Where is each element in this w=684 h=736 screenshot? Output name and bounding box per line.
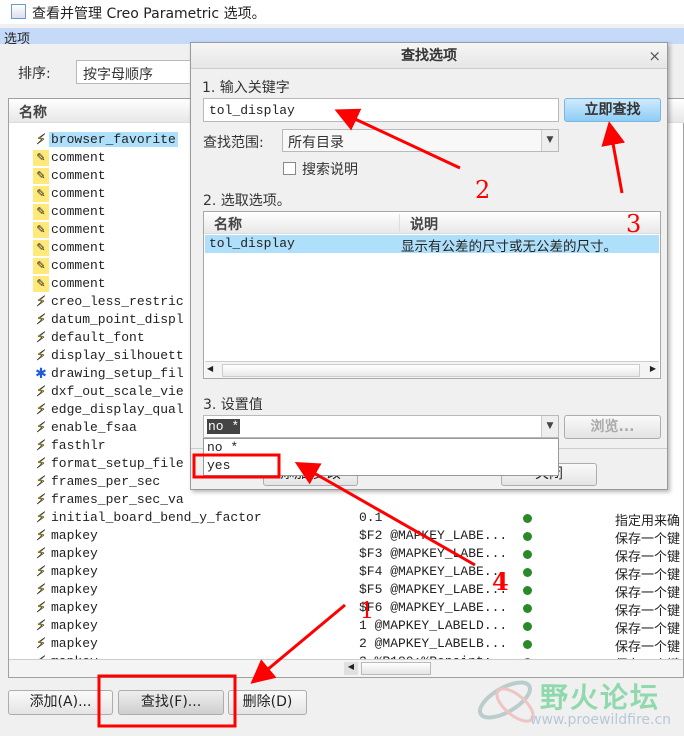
annotation-box-yes (192, 453, 281, 479)
annotation-number-4: 4 (492, 567, 509, 596)
annotation-number-2: 2 (475, 176, 490, 204)
watermark-logo: 野火论坛 (540, 681, 661, 714)
annotation-arrow-2 (334, 108, 461, 170)
watermark-url: www.proewildfire.cn (530, 712, 672, 728)
annotation-arrow-4 (294, 462, 476, 567)
annotation-number-1: 1 (360, 599, 374, 624)
annotation-overlay: 2 3 4 1 (97, 108, 641, 728)
annotation-number-3: 3 (626, 210, 641, 238)
watermark-logo-icon (478, 680, 535, 723)
annotation-arrow-3 (601, 121, 626, 194)
annotation-box-find (97, 674, 237, 728)
annotation-arrow-1 (250, 603, 346, 684)
